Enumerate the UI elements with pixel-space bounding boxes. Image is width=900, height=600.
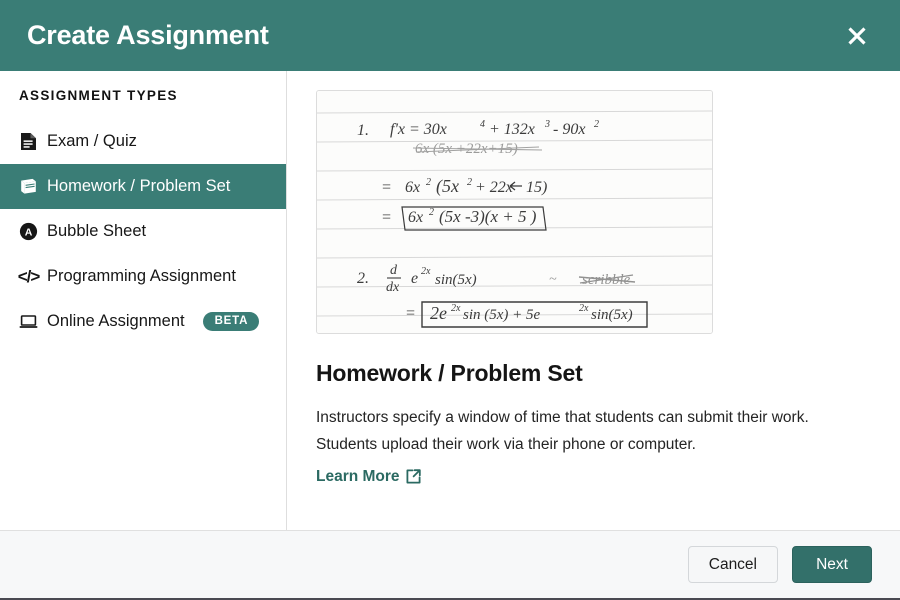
svg-text:2x: 2x bbox=[421, 266, 431, 277]
svg-text:+ 22x: + 22x bbox=[475, 179, 513, 196]
svg-text:15): 15) bbox=[526, 179, 547, 196]
sidebar-item-label: Programming Assignment bbox=[47, 267, 236, 285]
book-icon bbox=[19, 177, 38, 196]
svg-text:- 90x: - 90x bbox=[553, 121, 585, 138]
learn-more-label: Learn More bbox=[316, 467, 400, 485]
svg-text:dx: dx bbox=[386, 280, 400, 295]
external-link-icon bbox=[406, 469, 421, 484]
svg-text:=: = bbox=[381, 179, 392, 196]
svg-text:6x: 6x bbox=[408, 209, 423, 226]
sidebar-item-label: Bubble Sheet bbox=[47, 222, 147, 240]
code-brackets-icon: </> bbox=[17, 267, 41, 286]
svg-text:(5x: (5x bbox=[436, 176, 459, 197]
sidebar-item-label: Online Assignment bbox=[47, 312, 185, 330]
content-title: Homework / Problem Set bbox=[316, 360, 583, 386]
svg-text:2e: 2e bbox=[430, 303, 447, 323]
svg-text:=: = bbox=[405, 305, 416, 322]
svg-text:3: 3 bbox=[544, 119, 550, 130]
sidebar-item-label: Homework / Problem Set bbox=[47, 177, 231, 195]
svg-text:2x: 2x bbox=[579, 303, 589, 314]
sidebar-list: Exam / Quiz Homework / Problem Set A Bub… bbox=[0, 119, 286, 344]
modal-footer: Cancel Next bbox=[0, 530, 900, 598]
laptop-icon bbox=[19, 312, 38, 331]
modal-body: ASSIGNMENT TYPES Exam / Quiz Homework / … bbox=[0, 71, 900, 530]
sidebar-item-online-assignment[interactable]: Online Assignment BETA bbox=[0, 299, 286, 344]
sidebar-heading: ASSIGNMENT TYPES bbox=[19, 88, 178, 103]
svg-text:2: 2 bbox=[429, 207, 434, 218]
svg-text:=: = bbox=[381, 209, 392, 226]
svg-text:4: 4 bbox=[480, 119, 485, 130]
create-assignment-modal: Create Assignment ASSIGNMENT TYPES Exam … bbox=[0, 0, 900, 600]
content-description: Instructors specify a window of time tha… bbox=[316, 409, 809, 453]
close-icon[interactable] bbox=[840, 19, 874, 53]
sidebar-item-homework-problem-set[interactable]: Homework / Problem Set bbox=[0, 164, 286, 209]
svg-text:2: 2 bbox=[594, 119, 599, 130]
svg-text:d: d bbox=[390, 263, 398, 278]
assignment-type-details: 1. f'x = 30x 4 + 132x 3 - 90x 2 6x (5x +… bbox=[287, 71, 900, 530]
status-badge: BETA bbox=[202, 311, 260, 332]
svg-text:2.: 2. bbox=[357, 270, 369, 287]
sidebar-item-bubble-sheet[interactable]: A Bubble Sheet bbox=[0, 209, 286, 254]
modal-header: Create Assignment bbox=[0, 0, 900, 71]
svg-text:(5x -3)(x + 5 ): (5x -3)(x + 5 ) bbox=[439, 207, 537, 226]
sidebar-item-programming-assignment[interactable]: </> Programming Assignment bbox=[0, 254, 286, 299]
learn-more-link[interactable]: Learn More bbox=[316, 468, 421, 486]
svg-text:6x: 6x bbox=[405, 179, 420, 196]
assignment-types-sidebar: ASSIGNMENT TYPES Exam / Quiz Homework / … bbox=[0, 71, 287, 530]
sidebar-item-exam-quiz[interactable]: Exam / Quiz bbox=[0, 119, 286, 164]
handwritten-worksheet-preview: 1. f'x = 30x 4 + 132x 3 - 90x 2 6x (5x +… bbox=[316, 90, 713, 334]
svg-text:2: 2 bbox=[467, 177, 472, 188]
sidebar-item-label: Exam / Quiz bbox=[47, 132, 137, 150]
svg-text:sin (5x) + 5e: sin (5x) + 5e bbox=[463, 307, 541, 323]
svg-text:f'x = 30x: f'x = 30x bbox=[390, 121, 447, 138]
circled-a-icon: A bbox=[19, 222, 38, 241]
cancel-button[interactable]: Cancel bbox=[687, 546, 778, 583]
svg-text:e: e bbox=[411, 270, 418, 287]
svg-text:2: 2 bbox=[426, 177, 431, 188]
svg-text:A: A bbox=[25, 227, 33, 239]
svg-text:~: ~ bbox=[549, 272, 557, 287]
svg-text:1.: 1. bbox=[357, 122, 369, 139]
svg-text:2x: 2x bbox=[451, 303, 461, 314]
svg-text:sin(5x): sin(5x) bbox=[435, 272, 477, 288]
document-icon bbox=[19, 132, 38, 151]
next-button[interactable]: Next bbox=[792, 546, 872, 583]
page-title: Create Assignment bbox=[27, 20, 269, 50]
svg-text:+ 132x: + 132x bbox=[489, 121, 535, 138]
svg-text:sin(5x): sin(5x) bbox=[591, 307, 633, 323]
